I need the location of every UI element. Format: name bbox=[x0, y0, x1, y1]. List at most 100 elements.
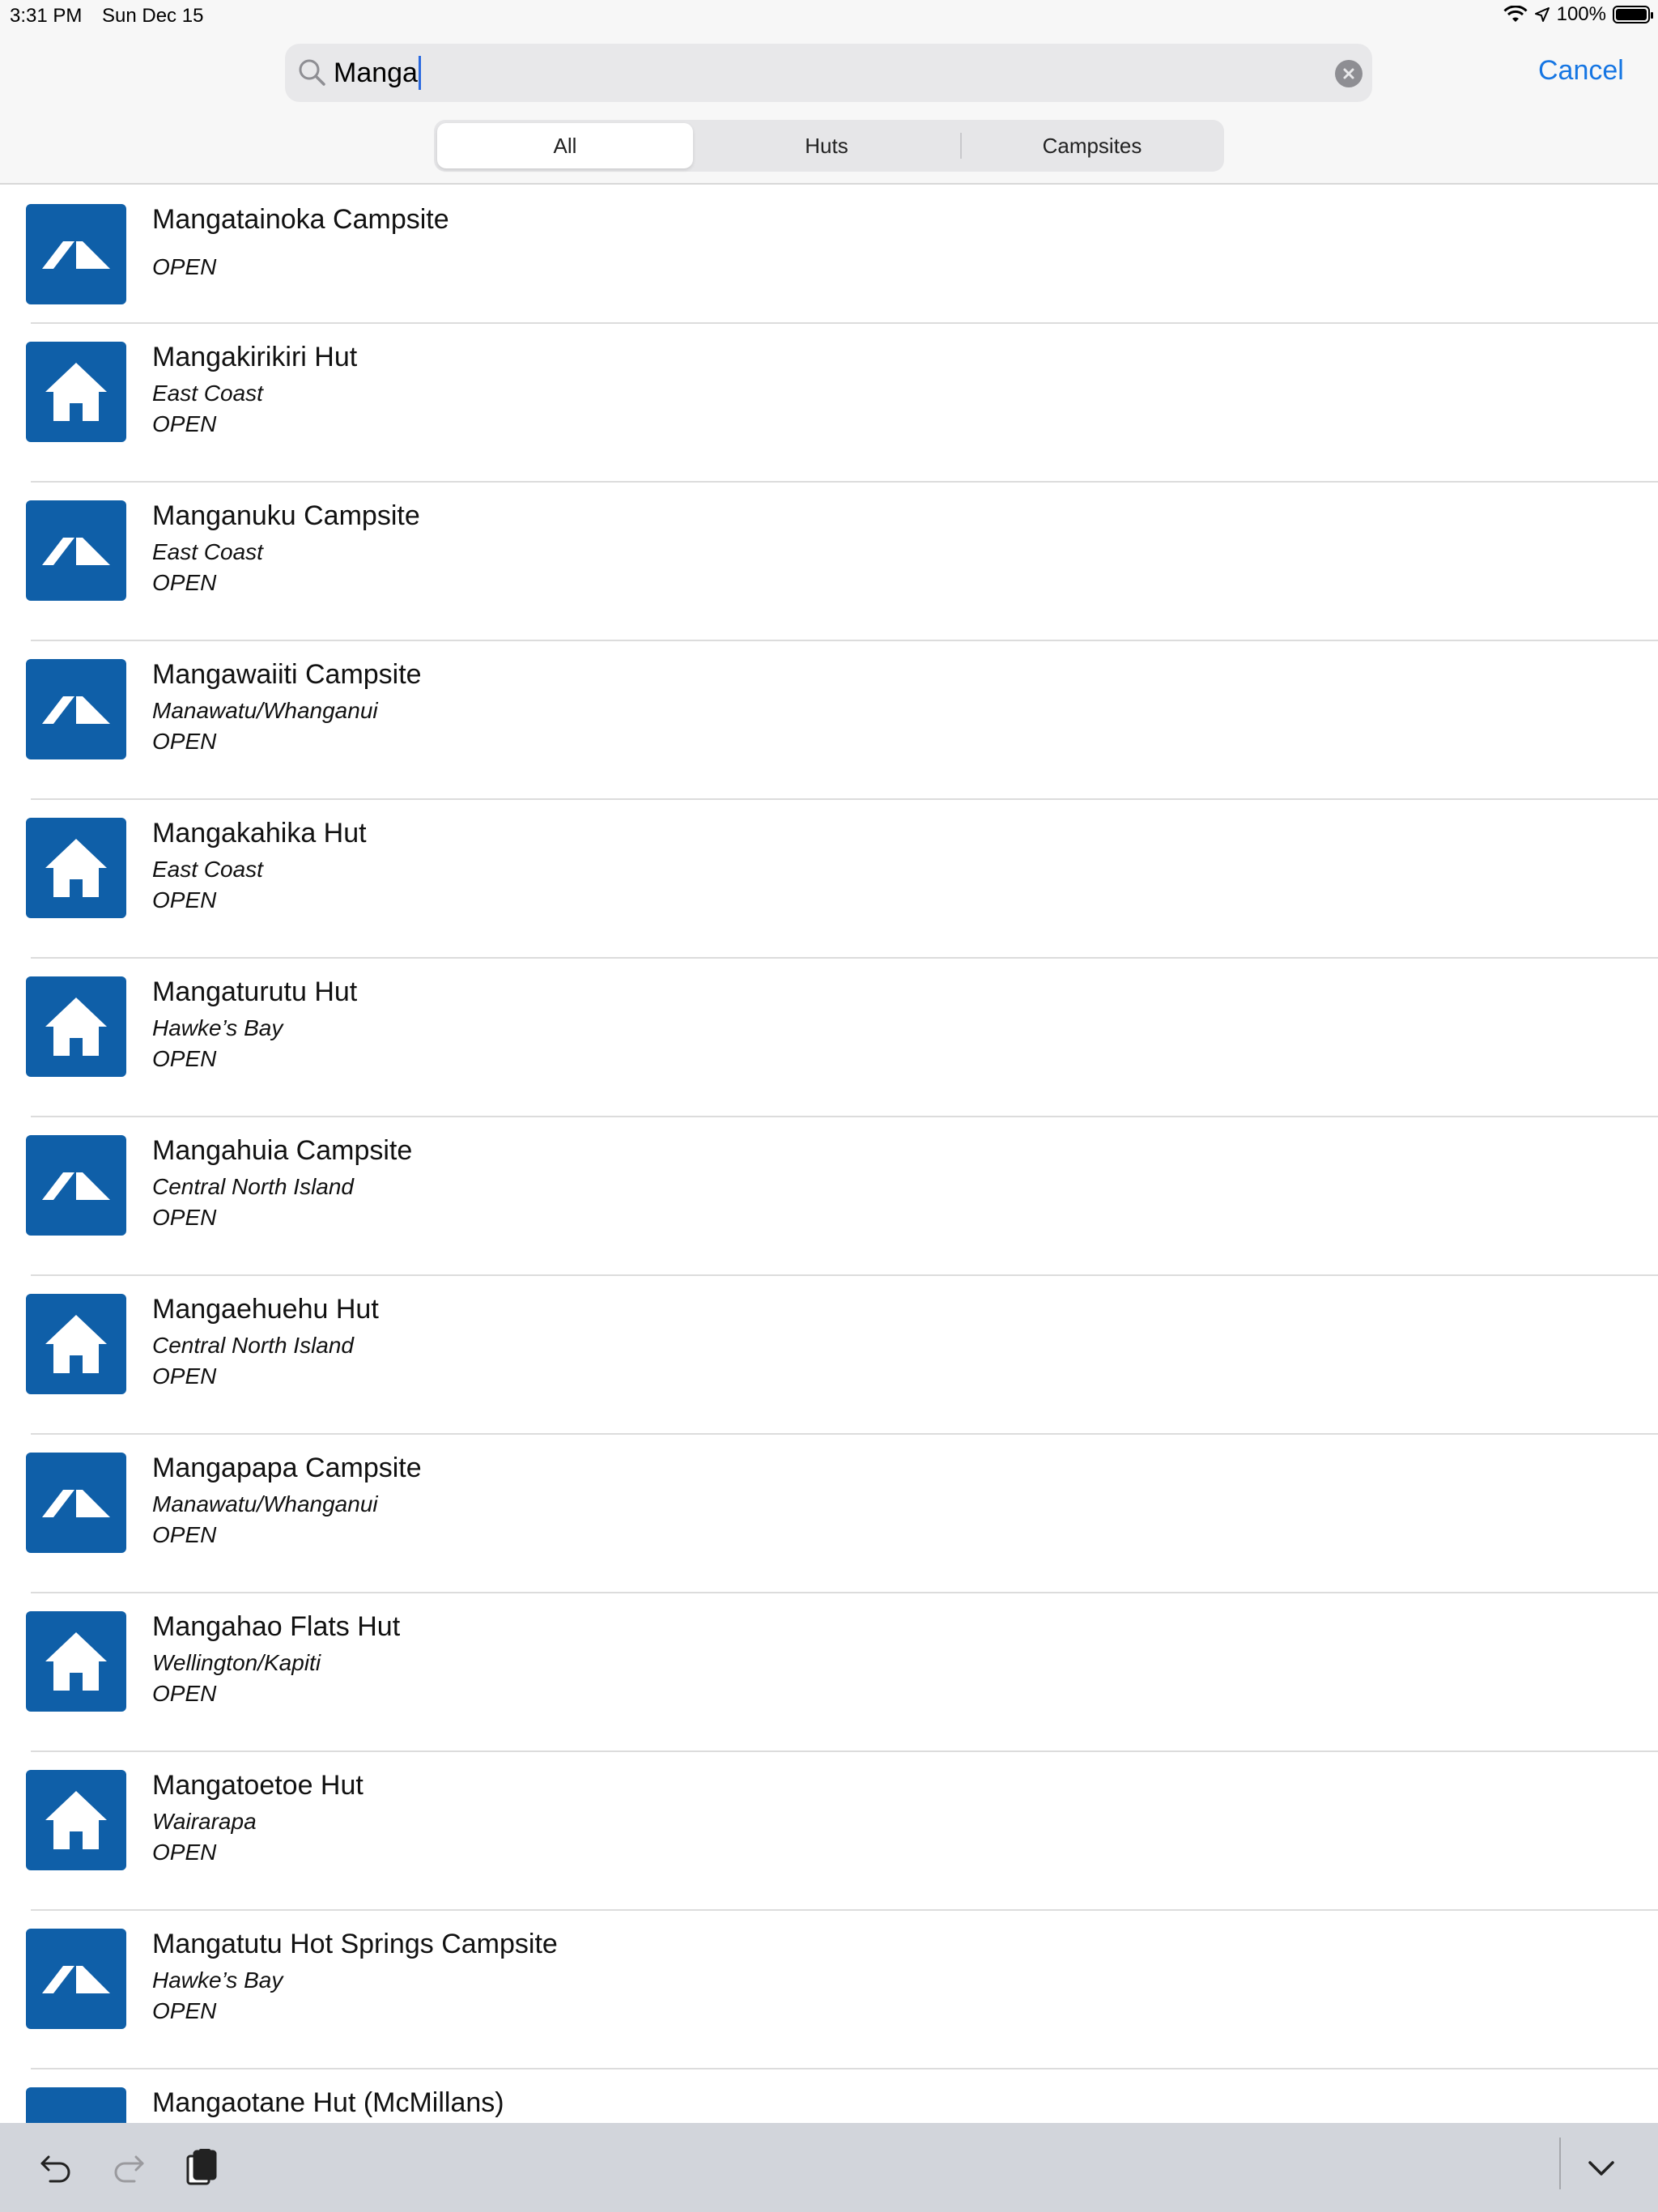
result-region: Wellington/Kapiti bbox=[152, 1650, 321, 1675]
result-row[interactable]: Mangakahika Hut East Coast OPEN bbox=[0, 800, 1658, 959]
result-row[interactable]: Mangahao Flats Hut Wellington/Kapiti OPEN bbox=[0, 1593, 1658, 1752]
status-indicators: 100% bbox=[1503, 3, 1653, 26]
result-status: OPEN bbox=[152, 1681, 217, 1706]
result-title: Mangawaiiti Campsite bbox=[152, 659, 422, 690]
result-title: Mangakirikiri Hut bbox=[152, 342, 358, 372]
scope-segmented-control: All Huts Campsites bbox=[434, 120, 1224, 172]
result-status: OPEN bbox=[152, 254, 217, 279]
tent-shape bbox=[42, 538, 110, 565]
result-title: Mangatainoka Campsite bbox=[152, 204, 449, 235]
chevron-down-icon bbox=[1588, 2161, 1614, 2176]
battery-icon bbox=[1613, 6, 1653, 23]
result-title: Mangapapa Campsite bbox=[152, 1453, 422, 1483]
tent-shape bbox=[42, 696, 110, 724]
result-title: Mangatutu Hot Springs Campsite bbox=[152, 1929, 558, 1959]
undo-icon bbox=[40, 2155, 70, 2183]
tent-icon bbox=[26, 1929, 126, 2029]
redo-icon bbox=[114, 2155, 144, 2183]
segment-huts[interactable]: Huts bbox=[696, 123, 957, 168]
result-title: Mangakahika Hut bbox=[152, 818, 367, 849]
result-status: OPEN bbox=[152, 1363, 217, 1389]
house-shape bbox=[45, 998, 107, 1056]
result-region: East Coast bbox=[152, 381, 263, 406]
result-title: Mangahao Flats Hut bbox=[152, 1611, 401, 1642]
result-row[interactable]: Manganuku Campsite East Coast OPEN bbox=[0, 483, 1658, 641]
wifi-icon bbox=[1503, 6, 1528, 22]
search-bar[interactable]: Manga bbox=[285, 44, 1372, 102]
hut-icon bbox=[26, 1294, 126, 1394]
tent-icon bbox=[26, 659, 126, 759]
result-region: Central North Island bbox=[152, 1333, 355, 1358]
result-row[interactable]: Mangaehuehu Hut Central North Island OPEN bbox=[0, 1276, 1658, 1435]
result-row[interactable]: Mangakirikiri Hut East Coast OPEN bbox=[0, 324, 1658, 483]
result-row[interactable]: Mangatainoka Campsite OPEN bbox=[0, 186, 1658, 324]
result-title: Mangaturutu Hut bbox=[152, 976, 358, 1007]
result-region: East Coast bbox=[152, 857, 263, 882]
result-status: OPEN bbox=[152, 729, 217, 754]
result-title: Mangaehuehu Hut bbox=[152, 1294, 379, 1325]
result-status: OPEN bbox=[152, 887, 217, 912]
cancel-button[interactable]: Cancel bbox=[1538, 55, 1624, 87]
house-shape bbox=[45, 1315, 107, 1373]
result-row[interactable]: Mangaturutu Hut Hawke’s Bay OPEN bbox=[0, 959, 1658, 1117]
tent-shape bbox=[42, 1490, 110, 1517]
tent-shape bbox=[42, 241, 110, 269]
keyboard-bar-divider bbox=[1559, 2138, 1561, 2189]
location-icon bbox=[1534, 7, 1550, 22]
undo-button[interactable] bbox=[36, 2147, 78, 2189]
result-region: Central North Island bbox=[152, 1174, 355, 1199]
status-time: 3:31 PM bbox=[10, 5, 83, 27]
result-region: Hawke’s Bay bbox=[152, 1015, 283, 1040]
status-bar: 3:31 PM Sun Dec 15 100% bbox=[0, 0, 1658, 32]
segment-divider bbox=[960, 133, 962, 159]
result-title: Mangahuia Campsite bbox=[152, 1135, 413, 1166]
hut-icon bbox=[26, 1770, 126, 1870]
tent-shape bbox=[42, 1172, 110, 1200]
search-query: Manga bbox=[334, 57, 418, 88]
tent-icon bbox=[26, 1453, 126, 1553]
house-shape bbox=[45, 363, 107, 421]
hut-icon bbox=[26, 818, 126, 918]
result-region: Wairarapa bbox=[152, 1809, 257, 1834]
result-row[interactable]: Mangapapa Campsite Manawatu/Whanganui OPEN bbox=[0, 1435, 1658, 1593]
result-title: Mangatoetoe Hut bbox=[152, 1770, 363, 1801]
search-header: 3:31 PM Sun Dec 15 100% Manga Cancel All… bbox=[0, 0, 1658, 185]
result-row[interactable]: Mangahuia Campsite Central North Island OP… bbox=[0, 1117, 1658, 1276]
result-region: East Coast bbox=[152, 539, 263, 564]
segment-campsites[interactable]: Campsites bbox=[963, 123, 1221, 168]
result-status: OPEN bbox=[152, 1840, 217, 1865]
tent-icon bbox=[26, 1135, 126, 1236]
house-shape bbox=[45, 1791, 107, 1849]
house-shape bbox=[45, 1632, 107, 1691]
result-title: Mangaotane Hut (McMillans) bbox=[152, 2087, 504, 2118]
result-status: OPEN bbox=[152, 1205, 217, 1230]
hut-icon bbox=[26, 342, 126, 442]
result-region: Manawatu/Whanganui bbox=[152, 1491, 378, 1516]
hut-icon bbox=[26, 976, 126, 1077]
battery-percent: 100% bbox=[1556, 3, 1606, 25]
hut-icon bbox=[26, 1611, 126, 1712]
clear-search-button[interactable] bbox=[1335, 60, 1363, 87]
house-shape bbox=[45, 839, 107, 897]
paste-button[interactable] bbox=[180, 2147, 222, 2189]
result-row[interactable]: Mangawaiiti Campsite Manawatu/Whanganui OP… bbox=[0, 641, 1658, 800]
search-input[interactable]: Manga bbox=[334, 52, 1256, 94]
tent-icon bbox=[26, 204, 126, 304]
result-status: OPEN bbox=[152, 411, 217, 436]
search-icon bbox=[299, 59, 325, 86]
result-status: OPEN bbox=[152, 570, 217, 595]
result-status: OPEN bbox=[152, 1998, 217, 2023]
result-row[interactable]: Mangatoetoe Hut Wairarapa OPEN bbox=[0, 1752, 1658, 1911]
tent-shape bbox=[42, 1966, 110, 1993]
dismiss-keyboard-button[interactable] bbox=[1580, 2147, 1622, 2189]
redo-button[interactable] bbox=[107, 2147, 149, 2189]
segment-all[interactable]: All bbox=[437, 123, 693, 168]
tent-icon bbox=[26, 500, 126, 601]
keyboard-shortcut-bar bbox=[0, 2123, 1658, 2212]
result-row[interactable]: Mangatutu Hot Springs Campsite Hawke’s Ba… bbox=[0, 1911, 1658, 2069]
paste-icon bbox=[186, 2149, 217, 2185]
result-region: Manawatu/Whanganui bbox=[152, 698, 378, 723]
results-list: Mangatainoka Campsite OPEN Mangakirikiri H… bbox=[0, 186, 1658, 2212]
status-date: Sun Dec 15 bbox=[102, 5, 204, 27]
result-title: Manganuku Campsite bbox=[152, 500, 420, 531]
